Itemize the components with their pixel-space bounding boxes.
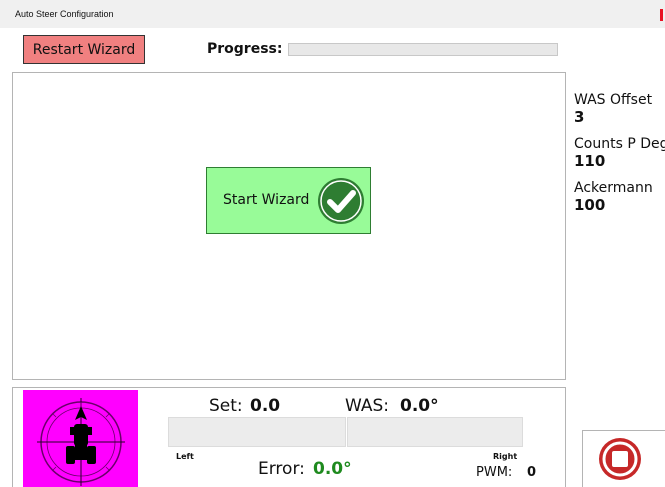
set-value: 0.0 bbox=[250, 396, 281, 416]
counts-per-degree-label: Counts P Deg bbox=[574, 136, 665, 152]
tractor-compass-icon bbox=[37, 398, 125, 486]
counts-per-degree-value: 110 bbox=[574, 152, 606, 170]
progress-bar bbox=[288, 43, 558, 56]
start-wizard-button[interactable]: Start Wizard bbox=[206, 167, 371, 234]
pwm-label: PWM: bbox=[476, 465, 513, 480]
error-label: Error: bbox=[258, 459, 305, 479]
stop-button-icon bbox=[599, 438, 641, 480]
error-value: 0.0° bbox=[313, 459, 352, 479]
close-button[interactable] bbox=[660, 9, 663, 21]
title-bar: Auto Steer Configuration bbox=[0, 0, 665, 28]
was-offset-value: 3 bbox=[574, 108, 585, 126]
set-label: Set: bbox=[209, 396, 243, 416]
steer-right-bar bbox=[347, 417, 523, 447]
ackermann-label: Ackermann bbox=[574, 180, 653, 196]
progress-label: Progress: bbox=[207, 41, 283, 57]
pwm-value: 0 bbox=[527, 465, 537, 480]
was-label: WAS: bbox=[345, 396, 390, 416]
was-offset-label: WAS Offset bbox=[574, 92, 653, 108]
stop-button[interactable] bbox=[582, 430, 665, 487]
check-circle-icon bbox=[318, 178, 364, 224]
steer-compass bbox=[23, 390, 138, 487]
ackermann-value: 100 bbox=[574, 196, 606, 214]
was-value: 0.0° bbox=[400, 396, 439, 416]
window-title: Auto Steer Configuration bbox=[15, 9, 114, 19]
restart-wizard-button[interactable]: Restart Wizard bbox=[23, 35, 145, 64]
start-wizard-label: Start Wizard bbox=[223, 192, 310, 208]
steer-left-bar bbox=[168, 417, 346, 447]
right-label: Right bbox=[493, 452, 518, 461]
left-label: Left bbox=[176, 452, 194, 461]
